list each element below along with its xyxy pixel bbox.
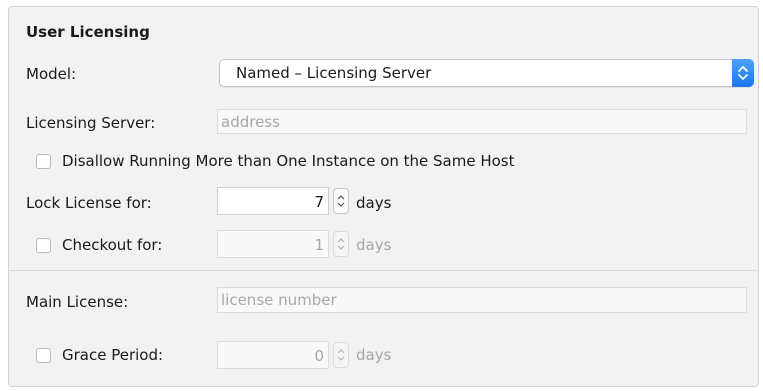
section-divider bbox=[10, 270, 757, 271]
grace-period-input[interactable]: 0 bbox=[217, 341, 329, 369]
grace-period-checkbox[interactable] bbox=[36, 348, 51, 363]
up-down-stepper-icon bbox=[337, 195, 345, 207]
main-license-label: Main License: bbox=[26, 293, 129, 311]
lock-license-label: Lock License for: bbox=[26, 194, 152, 212]
checkout-stepper[interactable] bbox=[333, 231, 349, 257]
main-license-input[interactable]: license number bbox=[217, 287, 747, 313]
licensing-server-input[interactable]: address bbox=[217, 109, 747, 134]
grace-period-value: 0 bbox=[314, 347, 324, 365]
lock-license-value: 7 bbox=[314, 193, 324, 211]
checkout-value: 1 bbox=[314, 236, 324, 254]
checkout-input[interactable]: 1 bbox=[217, 230, 329, 258]
lock-license-stepper[interactable] bbox=[333, 188, 349, 214]
disallow-multiple-checkbox[interactable] bbox=[36, 154, 51, 169]
disallow-multiple-label: Disallow Running More than One Instance … bbox=[62, 152, 515, 170]
grace-period-stepper[interactable] bbox=[333, 342, 349, 368]
section-title: User Licensing bbox=[26, 23, 150, 41]
lock-license-unit: days bbox=[356, 194, 392, 212]
user-licensing-panel: User Licensing Model: Named – Licensing … bbox=[8, 6, 759, 387]
model-select[interactable]: Named – Licensing Server bbox=[219, 59, 754, 87]
up-down-stepper-icon bbox=[337, 349, 345, 361]
lock-license-input[interactable]: 7 bbox=[217, 187, 329, 215]
checkout-unit: days bbox=[356, 236, 392, 254]
up-down-stepper-icon bbox=[337, 238, 345, 250]
checkout-label: Checkout for: bbox=[62, 236, 163, 254]
model-label: Model: bbox=[26, 65, 77, 83]
grace-period-label: Grace Period: bbox=[62, 346, 164, 364]
checkout-checkbox[interactable] bbox=[36, 238, 51, 253]
licensing-server-label: Licensing Server: bbox=[26, 114, 156, 132]
model-select-value: Named – Licensing Server bbox=[236, 64, 432, 82]
grace-period-unit: days bbox=[356, 346, 392, 364]
up-down-chevron-icon bbox=[732, 59, 754, 87]
licensing-server-placeholder: address bbox=[221, 113, 280, 131]
main-license-placeholder: license number bbox=[221, 291, 337, 309]
